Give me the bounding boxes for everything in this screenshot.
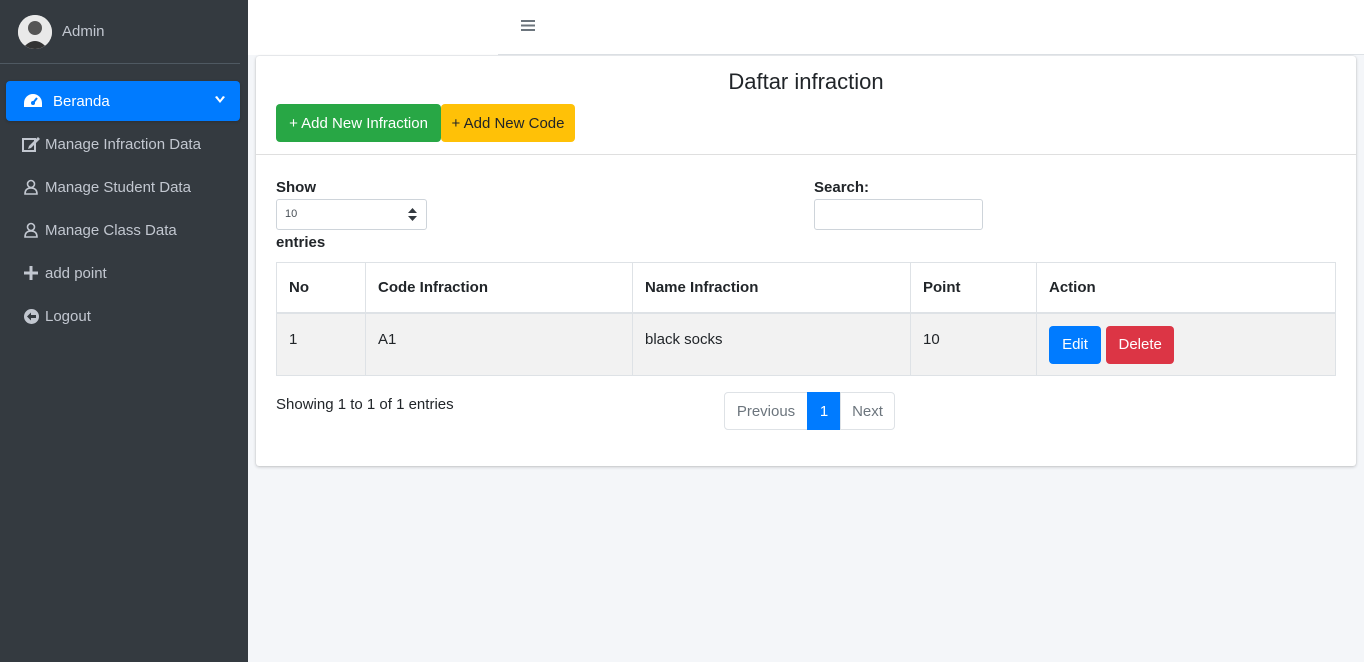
table-header-row: No Code Infraction Name Infraction Point… [276,262,1336,314]
column-header-no[interactable]: No [276,262,366,314]
sidebar-item-manage-class[interactable]: Manage Class Data [6,210,240,250]
sidebar-item-label: Beranda [53,92,110,110]
pagination: Previous 1 Next [724,392,895,430]
sidebar-item-label: Manage Class Data [45,221,177,239]
sidebar-item-label: Manage Student Data [45,178,191,196]
column-header-action[interactable]: Action [1036,262,1336,314]
user-icon [22,222,40,238]
infraction-table: No Code Infraction Name Infraction Point… [276,262,1336,376]
delete-button[interactable]: Delete [1106,325,1175,364]
column-header-point[interactable]: Point [910,262,1037,314]
card-header: Daftar infraction + Add New Infraction +… [256,56,1356,155]
entries-label: entries [276,234,326,251]
previous-page-button[interactable]: Previous [724,392,808,430]
navbar-divider [498,54,1364,55]
top-navbar [248,0,1364,55]
arrow-circle-left-icon [22,308,40,324]
sidebar-item-beranda[interactable]: Beranda [6,81,240,121]
user-name[interactable]: Admin [62,23,105,40]
user-icon [22,179,40,195]
avatar[interactable] [18,14,52,49]
sidebar-item-label: add point [45,264,107,282]
sidebar-item-add-point[interactable]: add point [6,253,240,293]
page-length-value: 10 [285,208,298,220]
sidebar-item-label: Logout [45,307,91,325]
chevron-left-icon [214,93,226,110]
next-page-button[interactable]: Next [840,392,895,430]
search-input[interactable] [814,199,983,230]
search-label: Search: [814,179,870,196]
add-infraction-button[interactable]: + Add New Infraction [276,104,441,142]
cell-no: 1 [276,312,366,376]
edit-icon [22,136,40,152]
plus-icon [22,266,40,280]
page-1-button[interactable]: 1 [807,392,841,430]
edit-button[interactable]: Edit [1049,325,1101,364]
sidebar-nav: Beranda Manage Infraction Data Manage St… [0,64,248,336]
sidebar-item-label: Manage Infraction Data [45,135,201,153]
show-label: Show [276,179,316,196]
table-row: 1 A1 black socks 10 Edit Delete [276,312,1336,376]
page-title: Daftar infraction [728,69,884,94]
cell-code: A1 [365,312,633,376]
column-header-code[interactable]: Code Infraction [365,262,633,314]
column-header-name[interactable]: Name Infraction [632,262,911,314]
cell-name: black socks [632,312,911,376]
infraction-card: Daftar infraction + Add New Infraction +… [256,56,1356,466]
user-panel[interactable]: Admin [0,0,240,64]
sidebar-item-manage-student[interactable]: Manage Student Data [6,167,240,207]
add-code-button[interactable]: + Add New Code [441,104,575,142]
tachometer-icon [22,92,44,110]
page-length-select[interactable]: 10 [276,199,427,230]
sidebar: Admin Beranda Manage Infraction Data Man… [0,0,248,662]
sidebar-item-logout[interactable]: Logout [6,296,240,336]
table-info: Showing 1 to 1 of 1 entries [276,396,454,413]
hamburger-icon[interactable] [520,17,536,37]
cell-point: 10 [910,312,1037,376]
sort-arrows-icon [408,208,417,224]
cell-action: Edit Delete [1036,312,1336,376]
sidebar-item-manage-infraction[interactable]: Manage Infraction Data [6,124,240,164]
